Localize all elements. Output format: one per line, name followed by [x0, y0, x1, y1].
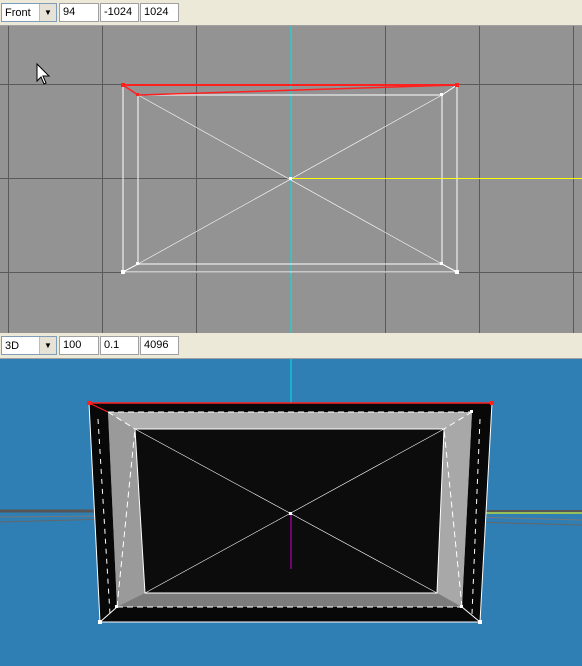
view-mode-value-3d: 3D — [5, 339, 20, 352]
fov-field[interactable]: 100 — [59, 336, 99, 355]
view-mode-select[interactable]: Front ▼ — [1, 3, 57, 22]
chevron-down-icon[interactable]: ▼ — [39, 337, 56, 354]
near-clip-field-3d[interactable]: 0.1 — [100, 336, 139, 355]
view-mode-value: Front — [5, 6, 31, 19]
chevron-down-icon[interactable]: ▼ — [39, 4, 56, 21]
grid-size-field[interactable]: 94 — [59, 3, 99, 22]
front-view-toolbar: Front ▼ 94 -1024 1024 — [0, 0, 582, 26]
far-clip-field-3d[interactable]: 4096 — [140, 336, 179, 355]
near-clip-field[interactable]: -1024 — [100, 3, 139, 22]
front-viewport[interactable] — [0, 26, 582, 333]
3d-viewport[interactable] — [0, 359, 582, 666]
far-clip-field[interactable]: 1024 — [140, 3, 179, 22]
3d-view-toolbar: 3D ▼ 100 0.1 4096 — [0, 333, 582, 359]
view-mode-select-3d[interactable]: 3D ▼ — [1, 336, 57, 355]
